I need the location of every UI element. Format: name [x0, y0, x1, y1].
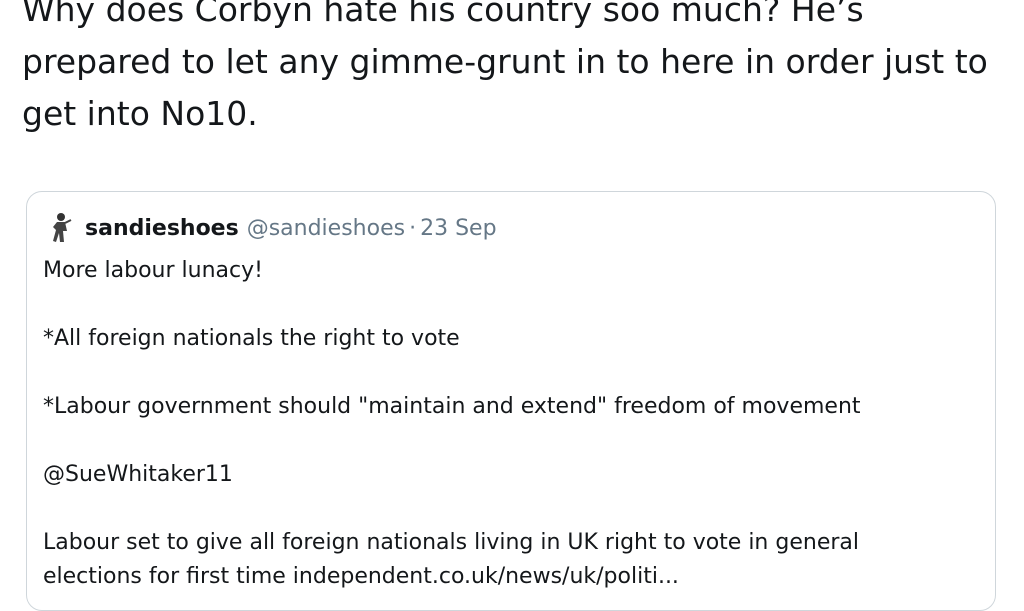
quoted-line: More labour lunacy!: [43, 258, 263, 283]
quoted-tweet-body: More labour lunacy! *All foreign nationa…: [43, 254, 983, 594]
quoted-display-name[interactable]: sandieshoes: [85, 216, 239, 241]
quoted-line: Labour set to give all foreign nationals…: [43, 530, 859, 555]
person-figure-icon[interactable]: [45, 211, 75, 245]
quoted-date[interactable]: 23 Sep: [420, 216, 496, 241]
article-link[interactable]: elections for first time independent.co.…: [43, 560, 983, 594]
quoted-tweet-header: sandieshoes @sandieshoes · 23 Sep: [45, 210, 497, 246]
quoted-article-text: Labour set to give all foreign nationals…: [43, 526, 983, 594]
quoted-handle[interactable]: @sandieshoes: [247, 216, 405, 241]
quoted-line: *Labour government should "maintain and …: [43, 394, 861, 419]
quoted-line: *All foreign nationals the right to vote: [43, 326, 460, 351]
tweet-text: Why does Corbyn hate his country soo muc…: [22, 0, 999, 133]
separator-dot: ·: [409, 215, 417, 241]
quoted-tweet-card[interactable]: sandieshoes @sandieshoes · 23 Sep More l…: [26, 191, 996, 611]
mention-link[interactable]: @SueWhitaker11: [43, 458, 983, 492]
